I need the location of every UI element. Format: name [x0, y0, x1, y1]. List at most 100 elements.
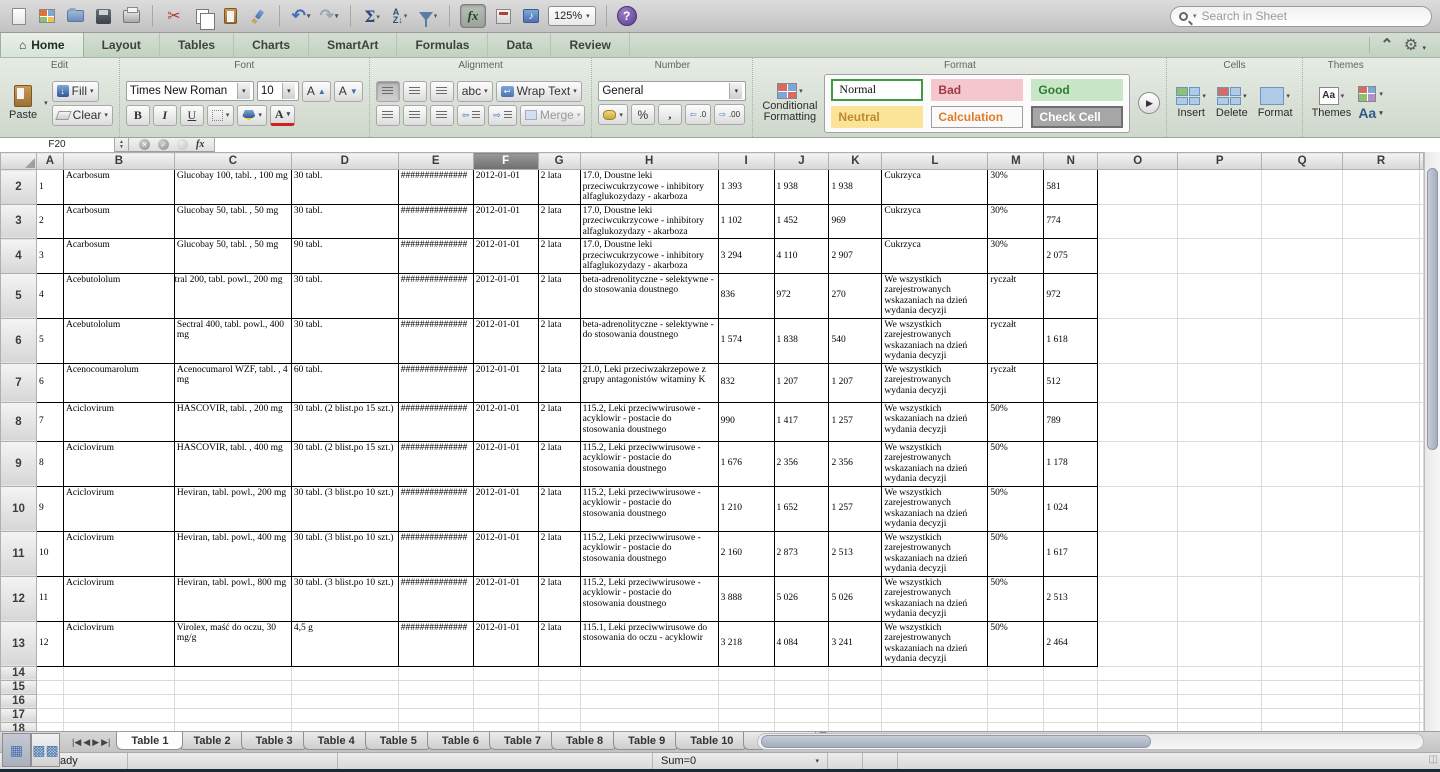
cell-K4[interactable]: 2 907 [829, 239, 882, 274]
cell-E9[interactable]: ############## [398, 441, 473, 486]
open-icon[interactable] [64, 5, 86, 27]
cell-H4[interactable]: 17.0, Doustne leki przeciwcukrzycowe - i… [580, 239, 718, 274]
cell-J5[interactable]: 972 [774, 273, 829, 318]
cell-C11[interactable]: Heviran, tabl. powl., 400 mg [174, 531, 291, 576]
cell-K8[interactable]: 1 257 [829, 402, 882, 441]
cell-B12[interactable]: Aciclovirum [63, 576, 174, 621]
cell-K6[interactable]: 540 [829, 318, 882, 363]
cell-M10[interactable]: 50% [988, 486, 1044, 531]
cell-N15[interactable] [1044, 680, 1098, 694]
cell-M9[interactable]: 50% [988, 441, 1044, 486]
cell-F8[interactable]: 2012-01-01 [473, 402, 538, 441]
cell-E13[interactable]: ############## [398, 621, 473, 666]
cell-M5[interactable]: ryczałt [988, 273, 1044, 318]
theme-fonts-button[interactable]: Aa▾ [1358, 105, 1383, 121]
cell-B5[interactable]: Acebutololum [63, 273, 174, 318]
cell-L17[interactable] [882, 708, 988, 722]
cell-F15[interactable] [473, 680, 538, 694]
column-header-E[interactable]: E [398, 153, 473, 170]
cell-R12[interactable] [1343, 576, 1420, 621]
cell-O6[interactable] [1098, 318, 1178, 363]
cell-H5[interactable]: beta-adrenolityczne - selektywne - do st… [580, 273, 718, 318]
cell-J4[interactable]: 4 110 [774, 239, 829, 274]
cell-O12[interactable] [1098, 576, 1178, 621]
cell-A18[interactable] [36, 722, 63, 731]
cell-I16[interactable] [718, 694, 774, 708]
cell-H11[interactable]: 115.2, Leki przeciwwirusowe - acyklowir … [580, 531, 718, 576]
cell-H18[interactable] [580, 722, 718, 731]
row-header-5[interactable]: 5 [1, 273, 37, 318]
format-painter-icon[interactable] [247, 5, 269, 27]
row-header-4[interactable]: 4 [1, 239, 37, 274]
cell-E18[interactable] [398, 722, 473, 731]
cell-P11[interactable] [1178, 531, 1262, 576]
row-header-7[interactable]: 7 [1, 363, 37, 402]
cell-E16[interactable] [398, 694, 473, 708]
cell-Q14[interactable] [1262, 666, 1343, 680]
cell-F9[interactable]: 2012-01-01 [473, 441, 538, 486]
vertical-scrollbar-thumb[interactable] [1427, 168, 1438, 450]
italic-button[interactable]: I [153, 105, 177, 126]
page-layout-view-icon[interactable]: ▩▩ [31, 733, 60, 767]
cell-N10[interactable]: 1 024 [1044, 486, 1098, 531]
column-header-F[interactable]: F [473, 153, 538, 170]
cell-A13[interactable]: 12 [36, 621, 63, 666]
cell-N3[interactable]: 774 [1044, 204, 1098, 239]
media-browser-icon[interactable]: ♪ [520, 5, 542, 27]
cell-P15[interactable] [1178, 680, 1262, 694]
cell-I3[interactable]: 1 102 [718, 204, 774, 239]
decrease-indent-button[interactable]: ⇦ [457, 105, 486, 126]
filter-icon[interactable]: ▾ [417, 5, 439, 27]
column-header-D[interactable]: D [291, 153, 398, 170]
cell-P3[interactable] [1178, 204, 1262, 239]
ribbon-tab-review[interactable]: Review [551, 33, 629, 57]
cell-G18[interactable] [538, 722, 580, 731]
column-header-R[interactable]: R [1343, 153, 1420, 170]
cell-K10[interactable]: 1 257 [829, 486, 882, 531]
font-size-select[interactable]: 10▾ [257, 81, 299, 101]
cell-F4[interactable]: 2012-01-01 [473, 239, 538, 274]
percent-format-button[interactable]: % [631, 104, 655, 125]
row-header-9[interactable]: 9 [1, 441, 37, 486]
align-center-button[interactable] [403, 105, 427, 126]
style-good[interactable]: Good [1031, 79, 1123, 101]
cell-N8[interactable]: 789 [1044, 402, 1098, 441]
cell-G9[interactable]: 2 lata [538, 441, 580, 486]
cell-A6[interactable]: 5 [36, 318, 63, 363]
cell-G17[interactable] [538, 708, 580, 722]
cell-I8[interactable]: 990 [718, 402, 774, 441]
cell-D11[interactable]: 30 tabl. (3 blist.po 10 szt.) [291, 531, 398, 576]
cell-E14[interactable] [398, 666, 473, 680]
wrap-text-button[interactable]: ↩Wrap Text▾ [496, 81, 582, 102]
cell-M15[interactable] [988, 680, 1044, 694]
cell-A2[interactable]: 1 [36, 170, 63, 205]
cell-I7[interactable]: 832 [718, 363, 774, 402]
grow-font-button[interactable]: A▲ [302, 81, 331, 102]
cell-H6[interactable]: beta-adrenolityczne - selektywne - do st… [580, 318, 718, 363]
cell-A3[interactable]: 2 [36, 204, 63, 239]
cell-D5[interactable]: 30 tabl. [291, 273, 398, 318]
cell-Q17[interactable] [1262, 708, 1343, 722]
cell-J2[interactable]: 1 938 [774, 170, 829, 205]
cell-P2[interactable] [1178, 170, 1262, 205]
cell-P18[interactable] [1178, 722, 1262, 731]
cell-G6[interactable]: 2 lata [538, 318, 580, 363]
sheet-tab-table-9[interactable]: Table 9 [613, 732, 680, 750]
cell-H17[interactable] [580, 708, 718, 722]
cell-O5[interactable] [1098, 273, 1178, 318]
cell-A15[interactable] [36, 680, 63, 694]
cell-A16[interactable] [36, 694, 63, 708]
cell-A4[interactable]: 3 [36, 239, 63, 274]
cell-R15[interactable] [1343, 680, 1420, 694]
cell-K3[interactable]: 969 [829, 204, 882, 239]
column-header-H[interactable]: H [580, 153, 718, 170]
cell-K2[interactable]: 1 938 [829, 170, 882, 205]
cell-J15[interactable] [774, 680, 829, 694]
cell-I18[interactable] [718, 722, 774, 731]
cell-J17[interactable] [774, 708, 829, 722]
cell-G8[interactable]: 2 lata [538, 402, 580, 441]
cell-Q9[interactable] [1262, 441, 1343, 486]
currency-format-button[interactable]: ▾ [598, 104, 628, 125]
cell-C12[interactable]: Heviran, tabl. powl., 800 mg [174, 576, 291, 621]
borders-button[interactable]: ▾ [207, 105, 235, 126]
